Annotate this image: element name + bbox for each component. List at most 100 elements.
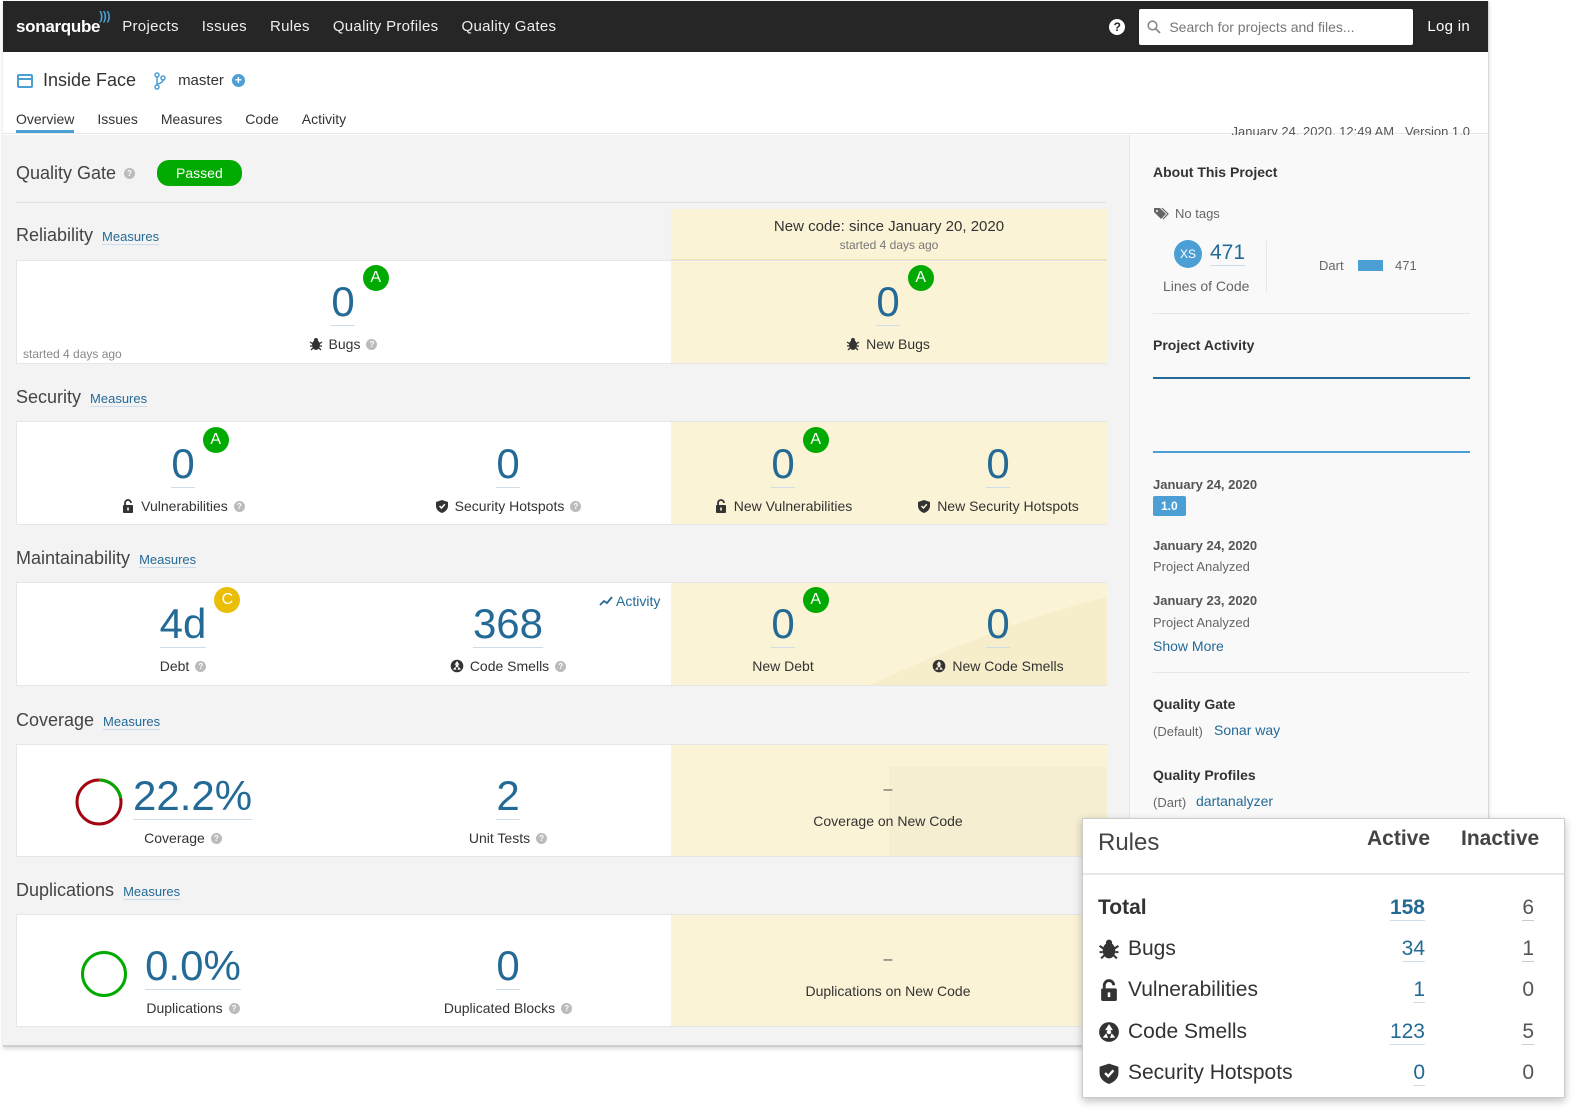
help-icon[interactable]: ? <box>233 500 245 512</box>
debt-value[interactable]: 4d C <box>159 587 241 648</box>
nav-rules[interactable]: Rules <box>270 18 310 35</box>
project-header: Inside Face master + January 24, 2020, 1… <box>3 52 1488 139</box>
debt-rating[interactable]: C <box>214 587 241 613</box>
new-code-subtitle: started 4 days ago <box>839 238 939 252</box>
plus-circle-icon[interactable]: + <box>231 74 245 87</box>
help-icon[interactable]: ? <box>1109 18 1126 35</box>
duplications-measures-link[interactable]: Measures <box>123 884 181 900</box>
bugs-label: Bugs ? <box>243 336 443 352</box>
project-name[interactable]: Inside Face <box>43 70 136 91</box>
new-vulnerabilities-count: 0 <box>771 440 795 487</box>
help-icon[interactable]: ? <box>228 1002 240 1014</box>
debt-label-text: Debt <box>159 658 190 674</box>
tab-overview[interactable]: Overview <box>16 111 75 133</box>
lines-of-code-value[interactable]: 471 <box>1210 241 1246 266</box>
help-icon[interactable]: ? <box>195 660 207 672</box>
vulnerabilities-value[interactable]: 0A <box>171 427 229 488</box>
nav-projects[interactable]: Projects <box>122 18 179 35</box>
tags-text: No tags <box>1175 206 1220 221</box>
activity-link[interactable]: Activity <box>599 593 660 609</box>
new-vulnerabilities-value[interactable]: 0A <box>771 427 829 488</box>
new-bugs-value[interactable]: 0A <box>876 265 934 326</box>
rules-row-total: Total 158 6 <box>1098 889 1553 927</box>
duplicated-blocks-label-text: Duplicated Blocks <box>443 1000 556 1016</box>
new-bugs-metric: 0A New Bugs <box>788 265 988 352</box>
logo-text: sonarqube <box>16 16 101 36</box>
help-icon[interactable]: ? <box>210 832 222 844</box>
coverage-donut <box>75 778 123 826</box>
tab-measures[interactable]: Measures <box>161 111 222 133</box>
new-code-smells-label: New Code Smells <box>898 658 1098 674</box>
login-link[interactable]: Log in <box>1427 18 1470 35</box>
help-icon[interactable]: ? <box>561 1002 573 1014</box>
duplications-value[interactable]: 0.0% <box>145 945 241 990</box>
help-icon[interactable]: ? <box>555 660 567 672</box>
tab-issues[interactable]: Issues <box>97 111 137 133</box>
branch-name[interactable]: master <box>178 72 224 89</box>
duplicated-blocks-value[interactable]: 0 <box>496 945 520 990</box>
inactive-count[interactable]: 1 <box>1522 937 1534 962</box>
tags[interactable]: No tags <box>1153 206 1220 221</box>
duplications-title: Duplications Measures <box>16 880 181 901</box>
new-hotspots-value[interactable]: 0 <box>986 443 1010 488</box>
tab-activity[interactable]: Activity <box>302 111 346 133</box>
shield-icon <box>918 500 931 513</box>
unit-tests-value[interactable]: 2 <box>496 775 520 820</box>
bugs-metric: 0A Bugs ? <box>243 265 443 352</box>
new-debt-label: New Debt <box>683 658 883 674</box>
active-count[interactable]: 0 <box>1413 1061 1425 1086</box>
help-icon[interactable]: ? <box>536 832 548 844</box>
language-value: 471 <box>1395 258 1417 273</box>
active-count[interactable]: 123 <box>1389 1020 1425 1045</box>
vulnerabilities-rating[interactable]: A <box>202 427 229 453</box>
nav-quality-profiles[interactable]: Quality Profiles <box>333 18 439 35</box>
new-vulnerabilities-label-text: New Vulnerabilities <box>733 498 853 514</box>
security-measures-link[interactable]: Measures <box>90 391 148 407</box>
hotspots-value[interactable]: 0 <box>496 443 520 488</box>
new-bugs-rating[interactable]: A <box>907 265 934 291</box>
sonarqube-logo[interactable]: sonarqube))) <box>16 9 111 37</box>
quality-gate-title: Quality Gate <box>1153 696 1236 712</box>
active-count[interactable]: 34 <box>1401 937 1425 962</box>
new-bugs-label-text: New Bugs <box>866 336 930 352</box>
lock-icon <box>715 499 726 513</box>
new-code-smells-label-text: New Code Smells <box>952 658 1064 674</box>
new-debt-value[interactable]: 0A <box>771 587 829 648</box>
inactive-count[interactable]: 6 <box>1522 896 1534 921</box>
dartanalyzer-link[interactable]: dartanalyzer <box>1196 793 1273 809</box>
maintainability-measures-link[interactable]: Measures <box>139 552 197 568</box>
code-smells-value[interactable]: 368 <box>472 603 544 648</box>
activity-graph[interactable] <box>1153 377 1470 453</box>
new-code-smells-value[interactable]: 0 <box>986 603 1010 648</box>
coverage-measures-link[interactable]: Measures <box>103 714 161 730</box>
nav-issues[interactable]: Issues <box>202 18 247 35</box>
bugs-count: 0 <box>331 278 355 325</box>
help-icon[interactable]: ? <box>570 500 582 512</box>
active-count[interactable]: 1 <box>1413 978 1425 1003</box>
coverage-value[interactable]: 22.2% <box>133 775 253 820</box>
rules-row-security-hotspots: Security Hotspots 0 0 <box>1098 1054 1553 1092</box>
new-vulnerabilities-rating[interactable]: A <box>802 427 829 453</box>
tab-code[interactable]: Code <box>245 111 278 133</box>
new-coverage-label-text: Coverage on New Code <box>813 813 963 829</box>
help-icon[interactable]: ? <box>124 167 136 179</box>
show-more-link[interactable]: Show More <box>1153 638 1224 654</box>
new-bugs-count: 0 <box>876 278 900 325</box>
reliability-measures-link[interactable]: Measures <box>102 229 160 245</box>
new-debt-rating[interactable]: A <box>802 587 829 613</box>
new-debt-amount: 0 <box>771 600 795 647</box>
sonar-way-link[interactable]: Sonar way <box>1214 722 1280 738</box>
lock-icon <box>1101 979 1117 1001</box>
new-coverage-metric: – Coverage on New Code <box>738 781 1038 829</box>
divider <box>16 202 1106 203</box>
active-count[interactable]: 158 <box>1389 896 1425 921</box>
activity-link-text: Activity <box>616 593 661 609</box>
bugs-value[interactable]: 0A <box>331 265 389 326</box>
help-icon[interactable]: ? <box>366 338 378 350</box>
search-box[interactable] <box>1139 8 1414 45</box>
bugs-rating[interactable]: A <box>362 265 389 291</box>
section-title: Coverage <box>16 710 95 730</box>
search-input[interactable] <box>1169 18 1410 35</box>
nav-quality-gates[interactable]: Quality Gates <box>461 18 556 35</box>
inactive-count[interactable]: 5 <box>1522 1020 1534 1045</box>
